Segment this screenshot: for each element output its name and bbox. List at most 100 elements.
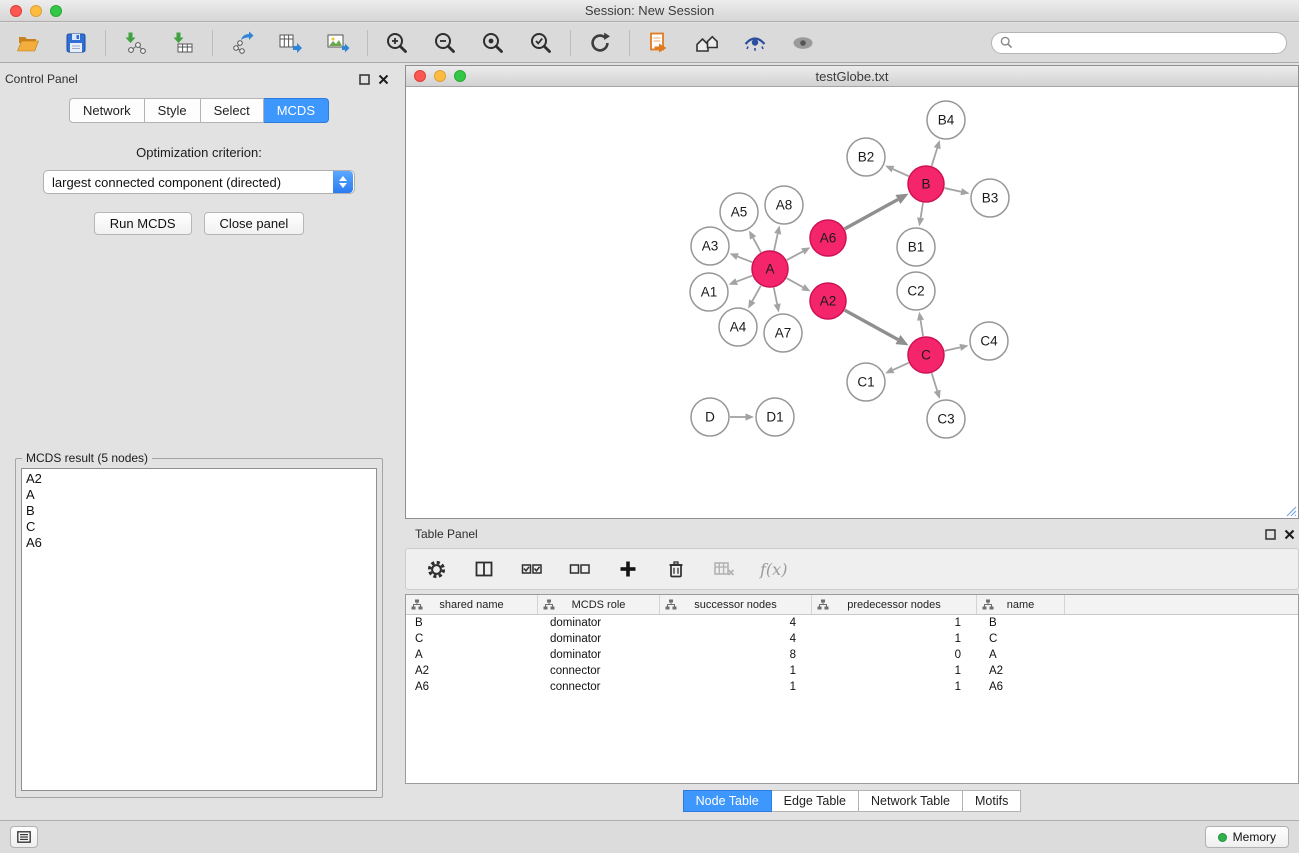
- node-A2[interactable]: A2: [810, 283, 846, 319]
- table-row[interactable]: A2 connector 1 1 A2: [406, 663, 1298, 679]
- memory-button[interactable]: Memory: [1205, 826, 1289, 848]
- search-box[interactable]: [991, 32, 1287, 54]
- tab-mcds[interactable]: MCDS: [264, 98, 329, 123]
- edge-A6-B[interactable]: [845, 199, 898, 228]
- node-A8[interactable]: A8: [765, 186, 803, 224]
- node-A3[interactable]: A3: [691, 227, 729, 265]
- column-header-shared-name[interactable]: shared name: [406, 595, 538, 614]
- tab-network-table[interactable]: Network Table: [859, 790, 963, 812]
- node-C3[interactable]: C3: [927, 400, 965, 438]
- show-columns-icon[interactable]: [472, 557, 496, 581]
- table-row[interactable]: B dominator 4 1 B: [406, 615, 1298, 631]
- criterion-dropdown[interactable]: largest connected component (directed): [43, 170, 355, 194]
- edge-A-A4[interactable]: [752, 286, 761, 302]
- result-list-item[interactable]: B: [22, 503, 376, 519]
- minimize-window-button[interactable]: [30, 5, 42, 17]
- export-network-icon[interactable]: [228, 29, 256, 57]
- zoom-out-icon[interactable]: [431, 29, 459, 57]
- close-panel-button[interactable]: Close panel: [204, 212, 305, 235]
- show-panels-button[interactable]: [10, 826, 38, 848]
- zoom-window-button[interactable]: [50, 5, 62, 17]
- node-A5[interactable]: A5: [720, 193, 758, 231]
- deselect-all-icon[interactable]: [568, 557, 592, 581]
- zoom-fit-icon[interactable]: [479, 29, 507, 57]
- network-window-titlebar[interactable]: testGlobe.txt: [406, 66, 1298, 87]
- save-session-icon[interactable]: [62, 29, 90, 57]
- table-row[interactable]: C dominator 4 1 C: [406, 631, 1298, 647]
- tab-motifs[interactable]: Motifs: [963, 790, 1021, 812]
- node-A6[interactable]: A6: [810, 220, 846, 256]
- edge-A-A1[interactable]: [737, 276, 753, 282]
- resize-handle-icon[interactable]: [1284, 504, 1297, 517]
- show-hide-eye-icon[interactable]: [789, 29, 817, 57]
- column-header-predecessor-nodes[interactable]: predecessor nodes: [812, 595, 977, 614]
- select-all-icon[interactable]: [520, 557, 544, 581]
- close-panel-icon[interactable]: [378, 74, 389, 85]
- close-window-button[interactable]: [10, 5, 22, 17]
- tab-network[interactable]: Network: [69, 98, 145, 123]
- edge-C-C4[interactable]: [945, 347, 961, 350]
- table-row[interactable]: A6 connector 1 1 A6: [406, 679, 1298, 695]
- column-header-successor-nodes[interactable]: successor nodes: [660, 595, 812, 614]
- refresh-icon[interactable]: [586, 29, 614, 57]
- edge-A-A6[interactable]: [787, 251, 803, 260]
- close-table-panel-icon[interactable]: [1284, 529, 1295, 540]
- fit-content-icon[interactable]: [693, 29, 721, 57]
- close-network-window-button[interactable]: [414, 70, 426, 82]
- node-A7[interactable]: A7: [764, 314, 802, 352]
- tab-style[interactable]: Style: [145, 98, 201, 123]
- column-header-name[interactable]: name: [977, 595, 1065, 614]
- import-network-icon[interactable]: [121, 29, 149, 57]
- search-input[interactable]: [1018, 36, 1278, 50]
- node-C[interactable]: C: [908, 337, 944, 373]
- edge-A-A2[interactable]: [787, 278, 803, 287]
- node-B1[interactable]: B1: [897, 228, 935, 266]
- node-D1[interactable]: D1: [756, 398, 794, 436]
- edge-A-A8[interactable]: [774, 234, 778, 251]
- edge-C-C2[interactable]: [921, 320, 924, 336]
- edge-B-B2[interactable]: [893, 169, 909, 176]
- export-image-icon[interactable]: [324, 29, 352, 57]
- column-header-mcds-role[interactable]: MCDS role: [538, 595, 660, 614]
- minimize-network-window-button[interactable]: [434, 70, 446, 82]
- node-B[interactable]: B: [908, 166, 944, 202]
- node-C4[interactable]: C4: [970, 322, 1008, 360]
- float-panel-icon[interactable]: [359, 74, 370, 85]
- edge-A-A3[interactable]: [738, 257, 753, 263]
- edge-B-B1[interactable]: [921, 203, 923, 218]
- import-table-icon[interactable]: [169, 29, 197, 57]
- table-row[interactable]: A dominator 8 0 A: [406, 647, 1298, 663]
- result-list-item[interactable]: A2: [22, 471, 376, 487]
- edge-B-B3[interactable]: [945, 188, 962, 192]
- result-list-item[interactable]: A6: [22, 535, 376, 551]
- edge-C-C1[interactable]: [893, 363, 909, 370]
- node-B3[interactable]: B3: [971, 179, 1009, 217]
- open-file-icon[interactable]: [14, 29, 42, 57]
- zoom-in-icon[interactable]: [383, 29, 411, 57]
- node-B2[interactable]: B2: [847, 138, 885, 176]
- run-mcds-button[interactable]: Run MCDS: [94, 212, 192, 235]
- tab-edge-table[interactable]: Edge Table: [772, 790, 859, 812]
- table-settings-gear-icon[interactable]: [424, 557, 448, 581]
- edge-B-B4[interactable]: [932, 148, 938, 166]
- zoom-network-window-button[interactable]: [454, 70, 466, 82]
- zoom-selected-icon[interactable]: [527, 29, 555, 57]
- first-neighbors-icon[interactable]: [645, 29, 673, 57]
- add-column-icon[interactable]: [616, 557, 640, 581]
- network-graph[interactable]: A5A8A3A1A4A7AA6A2BB2B4B3B1CC2C4C1C3DD1: [406, 87, 1298, 518]
- result-list-item[interactable]: A: [22, 487, 376, 503]
- delete-column-trash-icon[interactable]: [664, 557, 688, 581]
- node-C1[interactable]: C1: [847, 363, 885, 401]
- apply-style-icon[interactable]: [741, 29, 769, 57]
- node-A4[interactable]: A4: [719, 308, 757, 346]
- float-table-panel-icon[interactable]: [1265, 529, 1276, 540]
- edge-A-A7[interactable]: [774, 288, 777, 304]
- node-D[interactable]: D: [691, 398, 729, 436]
- mcds-result-list[interactable]: A2 A B C A6: [21, 468, 377, 791]
- network-canvas[interactable]: A5A8A3A1A4A7AA6A2BB2B4B3B1CC2C4C1C3DD1: [406, 87, 1298, 518]
- edge-C-C3[interactable]: [932, 373, 938, 391]
- node-A1[interactable]: A1: [690, 273, 728, 311]
- node-B4[interactable]: B4: [927, 101, 965, 139]
- node-A[interactable]: A: [752, 251, 788, 287]
- tab-node-table[interactable]: Node Table: [683, 790, 772, 812]
